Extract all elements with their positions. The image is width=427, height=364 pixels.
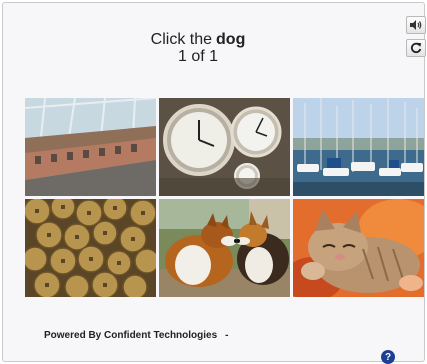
instruction-line: Click the dog [113, 31, 283, 48]
image-tile-coins[interactable] [25, 199, 156, 297]
speaker-icon [410, 20, 422, 30]
image-tile-train[interactable] [25, 98, 156, 196]
footer: Powered By Confident Technologies - [44, 330, 229, 341]
help-button[interactable]: ? [381, 350, 395, 364]
captcha-prompt: Click the dog 1 of 1 [113, 31, 283, 65]
audio-button[interactable] [406, 16, 426, 34]
instruction-text: Click the [150, 31, 213, 48]
refresh-icon [411, 42, 422, 54]
target-word: dog [216, 31, 246, 48]
image-tile-watches[interactable] [159, 98, 290, 196]
powered-by-text: Powered By Confident Technologies [44, 330, 218, 341]
image-tile-kitten[interactable] [293, 199, 424, 297]
image-tile-dogs[interactable] [159, 199, 290, 297]
captcha-widget: Click the dog 1 of 1 Powered By Confiden… [2, 2, 426, 364]
image-tile-harbor[interactable] [293, 98, 424, 196]
refresh-button[interactable] [406, 39, 426, 57]
help-icon: ? [384, 351, 392, 363]
progress-counter: 1 of 1 [177, 48, 219, 65]
image-grid [25, 98, 424, 298]
footer-separator: - [225, 330, 229, 341]
